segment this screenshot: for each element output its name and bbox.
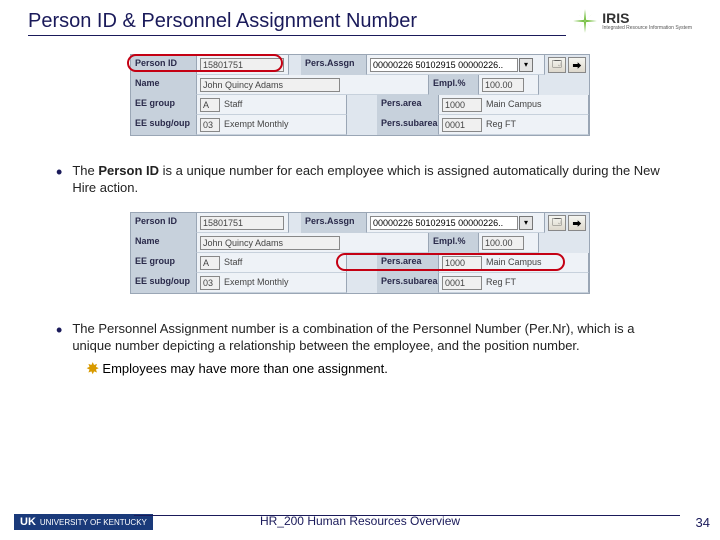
bullet-2-text: The Personnel Assignment number is a com…	[72, 320, 664, 354]
text-bold: Person ID	[98, 163, 159, 178]
bullet-2: • The Personnel Assignment number is a c…	[56, 320, 664, 354]
ee-group-name: Staff	[222, 256, 332, 270]
ee-sub-name: Exempt Monthly	[222, 276, 332, 290]
gap	[289, 55, 301, 75]
person-id-field[interactable]: 15801751	[200, 58, 284, 72]
bullet-1: • The Person ID is a unique number for e…	[56, 162, 664, 196]
pers-sub-code[interactable]: 0001	[442, 276, 482, 290]
org-tree-button[interactable]: 🗔	[548, 57, 566, 73]
person-id-field[interactable]: 15801751	[200, 216, 284, 230]
bullet-icon: •	[56, 321, 62, 354]
gap	[347, 115, 377, 135]
dropdown-icon[interactable]: ▾	[519, 58, 533, 72]
toolbar: 🗔 ⮕	[545, 55, 589, 75]
label-ee-group: EE group	[131, 95, 197, 115]
pers-sub-code[interactable]: 0001	[442, 118, 482, 132]
label-pers-assgn: Pers.Assgn	[301, 213, 367, 233]
gap	[539, 233, 589, 253]
gap	[347, 253, 377, 273]
label-pers-assgn: Pers.Assgn	[301, 55, 367, 75]
label-ee-subgroup: EE subg/oup	[131, 273, 197, 293]
next-assign-button[interactable]: ⮕	[568, 215, 586, 231]
form-block-1: Person ID 15801751 Pers.Assgn 00000226 5…	[130, 54, 590, 136]
pers-assgn-field[interactable]: 00000226 50102915 00000226..	[370, 58, 518, 72]
org-tree-button[interactable]: 🗔	[548, 215, 566, 231]
label-name: Name	[131, 75, 197, 95]
label-person-id: Person ID	[131, 55, 197, 75]
pers-sub-name: Reg FT	[484, 276, 539, 290]
gap	[289, 213, 301, 233]
label-ee-subgroup: EE subg/oup	[131, 115, 197, 135]
label-pers-area: Pers.area	[377, 253, 439, 273]
ee-group-code[interactable]: A	[200, 256, 220, 270]
name-field[interactable]: John Quincy Adams	[200, 78, 340, 92]
iris-burst-icon	[572, 8, 598, 34]
label-name: Name	[131, 233, 197, 253]
empl-pct-field[interactable]: 100.00	[482, 236, 524, 250]
text-fragment: The	[72, 163, 98, 178]
footer-course: HR_200 Human Resources Overview	[0, 514, 720, 528]
slide-number: 34	[696, 515, 710, 530]
star-icon: ✸	[86, 361, 99, 379]
gap	[347, 273, 377, 293]
label-ee-group: EE group	[131, 253, 197, 273]
pers-area-name: Main Campus	[484, 256, 572, 270]
bullet-1-text: The Person ID is a unique number for eac…	[72, 162, 664, 196]
label-pers-subarea: Pers.subarea	[377, 115, 439, 135]
gap	[539, 75, 589, 95]
label-pers-subarea: Pers.subarea	[377, 273, 439, 293]
ee-group-code[interactable]: A	[200, 98, 220, 112]
ee-group-name: Staff	[222, 98, 332, 112]
logo-text: IRIS	[602, 11, 692, 25]
pers-area-code[interactable]: 1000	[442, 256, 482, 270]
page-title: Person ID & Personnel Assignment Number	[28, 10, 566, 36]
gap	[347, 95, 377, 115]
label-pers-area: Pers.area	[377, 95, 439, 115]
logo-subtitle: Integrated Resource Information System	[602, 25, 692, 31]
ee-sub-code[interactable]: 03	[200, 276, 220, 290]
text-fragment: is a unique number for each employee whi…	[72, 163, 659, 195]
empl-pct-field[interactable]: 100.00	[482, 78, 524, 92]
pers-area-code[interactable]: 1000	[442, 98, 482, 112]
toolbar: 🗔 ⮕	[545, 213, 589, 233]
form-block-2: Person ID 15801751 Pers.Assgn 00000226 5…	[130, 212, 590, 294]
pers-sub-name: Reg FT	[484, 118, 539, 132]
iris-logo: IRIS Integrated Resource Information Sys…	[572, 8, 692, 34]
label-person-id: Person ID	[131, 213, 197, 233]
dropdown-icon[interactable]: ▾	[519, 216, 533, 230]
pers-assgn-field[interactable]: 00000226 50102915 00000226..	[370, 216, 518, 230]
sub-bullet-text: Employees may have more than one assignm…	[102, 361, 387, 376]
label-empl-pct: Empl.%	[429, 75, 479, 95]
bullet-icon: •	[56, 163, 62, 196]
next-assign-button[interactable]: ⮕	[568, 57, 586, 73]
label-empl-pct: Empl.%	[429, 233, 479, 253]
ee-sub-name: Exempt Monthly	[222, 118, 332, 132]
ee-sub-code[interactable]: 03	[200, 118, 220, 132]
pers-area-name: Main Campus	[484, 98, 572, 112]
name-field[interactable]: John Quincy Adams	[200, 236, 340, 250]
sub-bullet: ✸ Employees may have more than one assig…	[86, 361, 664, 379]
